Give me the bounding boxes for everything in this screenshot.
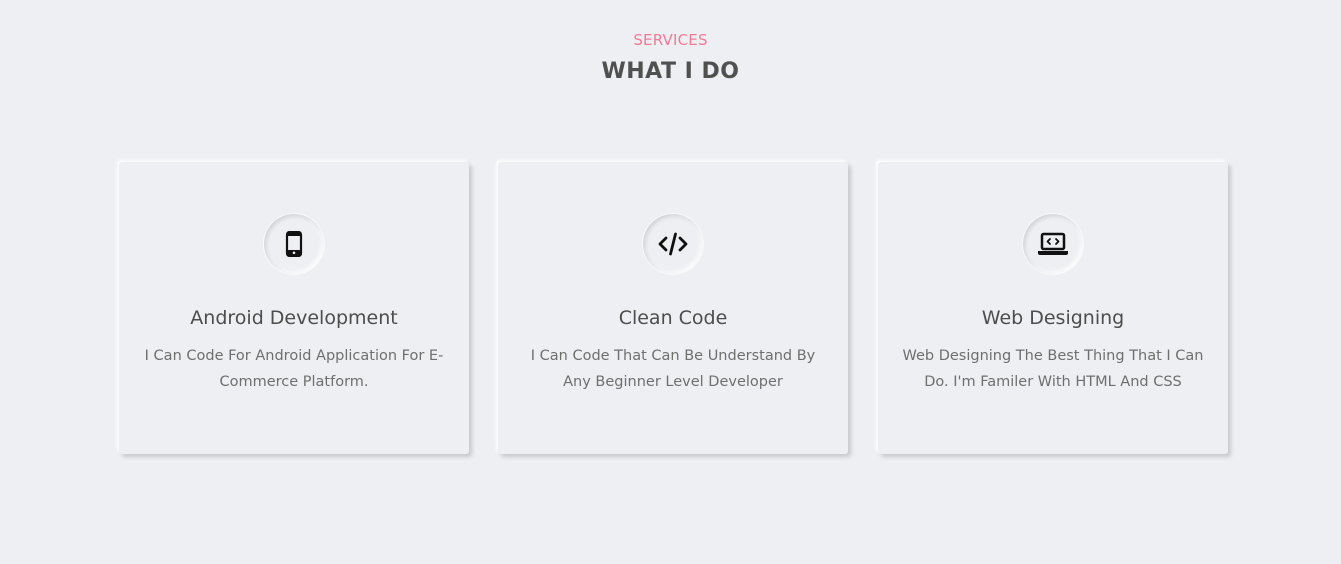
service-icon-badge bbox=[264, 214, 324, 274]
services-header: SERVICES WHAT I DO bbox=[0, 31, 1341, 86]
laptop-code-icon bbox=[1038, 232, 1068, 255]
service-card-android-development: Android Development I Can Code For Andro… bbox=[119, 162, 469, 454]
service-title: Clean Code bbox=[618, 307, 728, 329]
service-description: Web Designing The Best Thing That I Can … bbox=[902, 348, 1204, 390]
code-icon bbox=[658, 232, 688, 256]
section-eyebrow: SERVICES bbox=[633, 31, 708, 49]
mobile-phone-icon bbox=[285, 231, 303, 257]
service-icon-badge bbox=[643, 214, 703, 274]
service-card-web-designing: Web Designing Web Designing The Best Thi… bbox=[878, 162, 1228, 454]
service-title: Web Designing bbox=[981, 307, 1125, 329]
service-description: I Can Code That Can Be Understand By Any… bbox=[530, 348, 816, 390]
service-title: Android Development bbox=[190, 307, 398, 329]
service-cards: Android Development I Can Code For Andro… bbox=[117, 162, 1231, 458]
section-title: WHAT I DO bbox=[601, 59, 740, 84]
service-card-clean-code: Clean Code I Can Code That Can Be Unders… bbox=[498, 162, 848, 454]
service-description: I Can Code For Android Application For E… bbox=[144, 348, 444, 390]
service-icon-badge bbox=[1023, 214, 1083, 274]
